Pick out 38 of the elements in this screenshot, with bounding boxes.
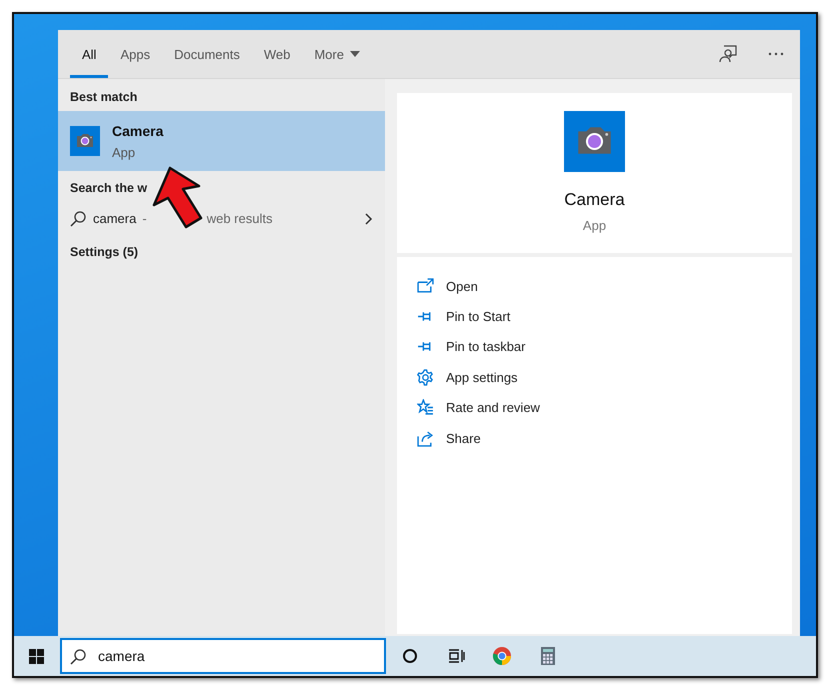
- browser-icon[interactable]: [492, 646, 512, 666]
- action-item[interactable]: Share: [417, 422, 481, 454]
- windows-logo-icon[interactable]: [28, 648, 44, 664]
- filter-tab[interactable]: Documents: [162, 33, 252, 78]
- action-item[interactable]: Pin to Start: [417, 301, 510, 332]
- section-heading: Best match: [69, 89, 138, 106]
- filter-tab[interactable]: Apps: [108, 33, 162, 78]
- section-heading: Settings (5): [70, 245, 138, 259]
- web-result-text: web results: [206, 211, 272, 226]
- share-icon: [417, 430, 434, 447]
- action-item[interactable]: Open: [417, 271, 478, 302]
- star-list-icon: [417, 399, 434, 416]
- result-item[interactable]: Camera App: [58, 111, 385, 171]
- web-result-text: -: [142, 211, 147, 226]
- app-subtitle: App: [582, 218, 606, 233]
- action-item[interactable]: Pin to taskbar: [417, 332, 526, 362]
- chevron-icon[interactable]: [365, 212, 373, 224]
- camera-icon: [564, 111, 625, 172]
- calculator-icon[interactable]: [538, 646, 558, 666]
- search-field[interactable]: camera: [60, 638, 386, 674]
- feedback-icon[interactable]: [719, 45, 737, 63]
- section-heading: Search the w: [70, 181, 148, 195]
- filter-tab[interactable]: More: [302, 33, 372, 78]
- search-icon: [70, 648, 87, 665]
- web-query: camera: [93, 211, 136, 226]
- app-title: Camera: [564, 190, 625, 210]
- search-icon: [70, 210, 87, 227]
- open-window-icon: [417, 278, 434, 295]
- gear-icon: [417, 368, 434, 386]
- result-subtitle: App: [112, 144, 136, 160]
- action-item[interactable]: Rate and review: [417, 392, 540, 423]
- filter-tab[interactable]: Web: [252, 33, 302, 78]
- action-item[interactable]: App settings: [417, 362, 518, 393]
- circle-icon[interactable]: [400, 646, 420, 666]
- caret-icon: [350, 51, 360, 57]
- result-title: Camera: [112, 122, 164, 138]
- camera-icon: [70, 126, 100, 156]
- more-icon[interactable]: [768, 52, 784, 56]
